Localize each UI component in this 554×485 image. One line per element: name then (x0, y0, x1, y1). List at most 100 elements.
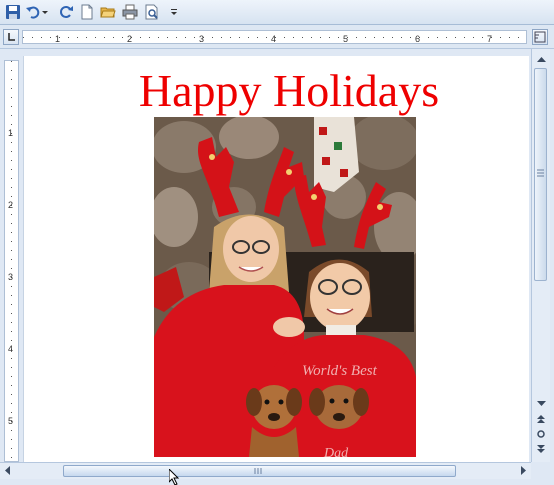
ruler-tick (374, 37, 375, 38)
ruler-tick (11, 223, 12, 224)
ruler-label: 7 (487, 34, 492, 44)
grip-icon (254, 468, 262, 474)
print-button[interactable] (121, 3, 139, 21)
ruler-tick (11, 142, 12, 143)
ruler-tick (11, 241, 12, 242)
scroll-up-button[interactable] (537, 54, 546, 64)
ruler-tick (149, 37, 150, 38)
ruler-tick (23, 37, 24, 38)
ruler-tick (518, 37, 519, 38)
undo-dropdown[interactable] (40, 3, 50, 21)
ruler-tick (95, 37, 96, 38)
chevron-right-icon (521, 466, 526, 475)
ruler-toggle-icon (534, 31, 546, 43)
print-icon (122, 4, 138, 20)
ruler-tick (11, 457, 12, 458)
ruler-tick (11, 358, 12, 359)
ruler-tick (11, 124, 12, 125)
vertical-scrollbar[interactable] (531, 49, 550, 462)
ruler-tick (257, 37, 258, 38)
ruler-tick (446, 37, 447, 38)
ruler-tick (11, 232, 12, 233)
vertical-ruler[interactable]: 1 2 3 4 5 (4, 60, 19, 462)
previous-page-button[interactable] (536, 414, 546, 426)
ruler-tick (11, 97, 12, 98)
ruler-tick (320, 37, 321, 38)
document-page[interactable]: Happy Holidays World's Best Dad (23, 56, 529, 462)
ruler-tick (77, 37, 78, 38)
open-folder-icon (100, 7, 116, 18)
ruler-tick (11, 304, 12, 305)
ruler-tick (410, 37, 411, 38)
ruler-tick (194, 37, 195, 38)
save-button[interactable] (4, 3, 22, 21)
quick-access-toolbar (0, 0, 554, 25)
horizontal-ruler-scale: 1 2 3 4 5 6 7 (23, 34, 519, 44)
ruler-tick (11, 70, 12, 71)
ruler-label: 1 (8, 128, 13, 138)
ruler-tick (11, 259, 12, 260)
left-tab-icon (8, 33, 15, 41)
scroll-down-button[interactable] (537, 399, 546, 409)
open-button[interactable] (99, 3, 117, 21)
view-ruler-button[interactable] (532, 29, 548, 45)
ruler-label: 6 (415, 34, 420, 44)
chevron-down-icon (537, 401, 546, 406)
scroll-right-button[interactable] (521, 466, 527, 477)
ruler-tick (266, 37, 267, 38)
sweater-text-2: Dad (323, 446, 349, 457)
vertical-ruler-scale: 1 2 3 4 5 (8, 61, 13, 458)
ruler-tick (41, 37, 42, 38)
vertical-scroll-thumb[interactable] (534, 68, 547, 281)
customize-qat-button[interactable] (168, 3, 180, 21)
print-preview-button[interactable] (143, 3, 161, 21)
horizontal-scroll-thumb[interactable] (63, 465, 456, 477)
next-page-button[interactable] (536, 444, 546, 456)
ruler-tick (11, 214, 12, 215)
save-icon (6, 5, 20, 19)
ruler-tick (11, 88, 12, 89)
horizontal-ruler[interactable]: 1 2 3 4 5 6 7 (22, 30, 527, 44)
ruler-tick (11, 79, 12, 80)
ruler-tick (11, 61, 12, 62)
ruler-tick (293, 37, 294, 38)
ruler-tick (11, 403, 12, 404)
ruler-label: 5 (343, 34, 348, 44)
ruler-tick (11, 394, 12, 395)
ruler-tick (356, 37, 357, 38)
ruler-tick (437, 37, 438, 38)
redo-button[interactable] (57, 3, 75, 21)
double-chevron-up-icon (537, 415, 545, 423)
ruler-tick (11, 385, 12, 386)
ruler-label: 2 (127, 34, 132, 44)
scroll-left-button[interactable] (4, 466, 10, 477)
horizontal-scrollbar[interactable] (0, 462, 531, 479)
ruler-tick (11, 430, 12, 431)
ruler-label: 4 (8, 344, 13, 354)
sweater-text: World's Best (302, 363, 378, 379)
ruler-tick (140, 37, 141, 38)
ruler-label: 5 (8, 416, 13, 426)
ruler-tick (509, 37, 510, 38)
holiday-photo[interactable]: World's Best Dad (154, 117, 416, 457)
ruler-tick (11, 313, 12, 314)
ruler-tick (122, 37, 123, 38)
chevron-down-icon (42, 11, 48, 14)
ruler-tick (11, 331, 12, 332)
tab-selector-button[interactable] (3, 29, 19, 45)
ruler-tick (401, 37, 402, 38)
select-browse-object-button[interactable] (536, 429, 546, 441)
ruler-tick (11, 448, 12, 449)
ruler-label: 2 (8, 200, 13, 210)
ruler-tick (68, 37, 69, 38)
ruler-tick (11, 196, 12, 197)
ruler-tick (11, 295, 12, 296)
ruler-tick (11, 106, 12, 107)
ruler-tick (365, 37, 366, 38)
ruler-tick (11, 187, 12, 188)
ruler-tick (284, 37, 285, 38)
ruler-tick (11, 268, 12, 269)
browse-object-icon (537, 430, 545, 438)
new-document-button[interactable] (78, 3, 96, 21)
ruler-tick (383, 37, 384, 38)
